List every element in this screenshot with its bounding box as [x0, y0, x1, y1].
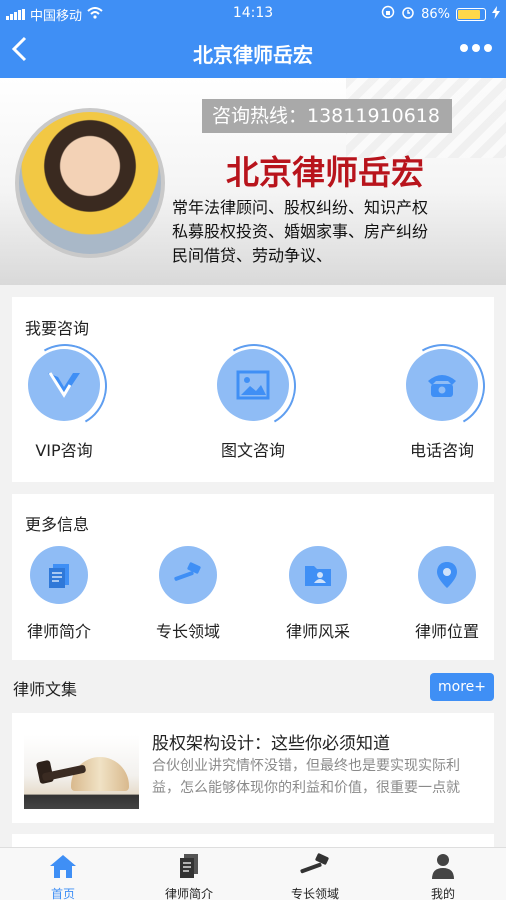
tab-specialty-label: 专长领域 [290, 887, 339, 900]
document-icon [144, 851, 234, 881]
lawyer-style-label: 律师风采 [285, 622, 350, 641]
articles-section-title: 律师文集 [13, 680, 78, 699]
article-heading: 股权架构设计：这些你必须知道 [152, 734, 390, 754]
hotline-label: 咨询热线：13811910618 [202, 99, 452, 133]
consult-section-title: 我要咨询 [25, 319, 90, 338]
phone-consult-button[interactable]: 电话咨询 [387, 349, 497, 461]
gavel-icon [159, 546, 217, 604]
tab-lawyer-profile[interactable]: 律师简介 [144, 851, 234, 900]
book-graphic [71, 757, 129, 791]
tab-lawyer-profile-label: 律师简介 [164, 887, 213, 900]
lawyer-profile-button[interactable]: 律师简介 [9, 546, 109, 642]
image-icon [217, 349, 289, 421]
alarm-icon [401, 5, 415, 23]
page-title: 北京律师岳宏 [193, 43, 313, 67]
folder-icon [289, 546, 347, 604]
lawyer-location-button[interactable]: 律师位置 [397, 546, 497, 642]
tab-mine-label: 我的 [430, 887, 455, 900]
user-icon [398, 851, 488, 881]
banner-desc-line: 民间借贷、劳动争议、 [172, 246, 333, 265]
consult-card: 我要咨询 VIP咨询 图文咨询 电话咨询 [12, 297, 494, 482]
battery-level-fill [458, 9, 480, 19]
document-icon [30, 546, 88, 604]
image-consult-label: 图文咨询 [220, 441, 285, 460]
tab-bar: 首页 律师简介 专长领域 我的 [0, 847, 506, 900]
banner-lawyer-name: 北京律师岳宏 [226, 153, 424, 192]
specialty-label: 专长领域 [155, 622, 220, 641]
lawyer-location-label: 律师位置 [414, 622, 479, 641]
lawyer-banner: 咨询热线：13811910618 北京律师岳宏 常年法律顾问、股权纠纷、知识产权… [0, 78, 506, 285]
article-thumbnail [24, 735, 139, 809]
nav-bar: 北京律师岳宏 [0, 26, 506, 78]
vip-consult-label: VIP咨询 [35, 441, 93, 460]
phone-consult-label: 电话咨询 [409, 441, 474, 460]
article-excerpt: 合伙创业讲究情怀没错，但最终也是要实现实际利益，怎么能够体现你的利益和价值，很重… [152, 758, 460, 796]
tab-home[interactable]: 首页 [18, 851, 108, 900]
articles-more-button[interactable]: more+ [430, 673, 494, 701]
status-bar: 中国移动 14:13 86% [0, 0, 506, 26]
lawyer-style-button[interactable]: 律师风采 [268, 546, 368, 642]
more-dots-icon [460, 44, 492, 52]
lawyer-profile-label: 律师简介 [26, 622, 91, 641]
banner-desc-line: 私募股权投资、婚姻家事、房产纠纷 [172, 222, 429, 241]
more-info-section-title: 更多信息 [25, 515, 90, 534]
lawyer-avatar [15, 108, 165, 258]
charging-icon [492, 5, 500, 23]
banner-description: 常年法律顾问、股权纠纷、知识产权 私募股权投资、婚姻家事、房产纠纷 民间借贷、劳… [172, 196, 502, 268]
phone-icon [406, 349, 478, 421]
more-button[interactable] [460, 44, 492, 52]
rotation-lock-icon [381, 5, 395, 23]
image-consult-button[interactable]: 图文咨询 [198, 349, 308, 461]
status-right: 86% [381, 5, 500, 23]
tab-mine[interactable]: 我的 [398, 851, 488, 900]
vip-consult-button[interactable]: VIP咨询 [9, 349, 119, 461]
battery-percent: 86% [421, 6, 450, 22]
home-icon [18, 851, 108, 881]
article-item[interactable]: 股权架构设计：这些你必须知道 合伙创业讲究情怀没错，但最终也是要实现实际利益，怎… [12, 713, 494, 823]
location-pin-icon [418, 546, 476, 604]
gavel-icon [270, 851, 360, 881]
tab-specialty[interactable]: 专长领域 [270, 851, 360, 900]
tab-home-label: 首页 [50, 887, 75, 900]
vip-icon [28, 349, 100, 421]
more-info-card: 更多信息 律师简介 专长领域 律师风采 律师位置 [12, 494, 494, 660]
specialty-button[interactable]: 专长领域 [138, 546, 238, 642]
banner-desc-line: 常年法律顾问、股权纠纷、知识产权 [172, 198, 429, 217]
battery-icon [456, 7, 486, 21]
